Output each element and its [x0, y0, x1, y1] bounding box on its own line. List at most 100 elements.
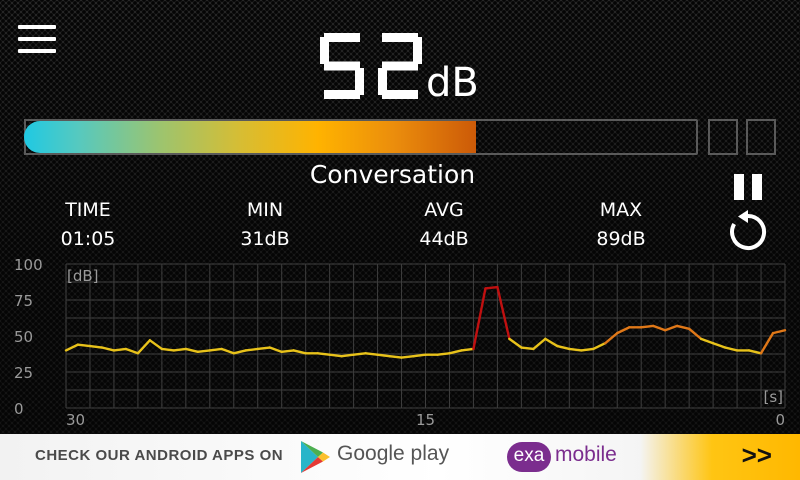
stat-avg: AVG 44dB: [384, 199, 504, 250]
series-segment: [328, 353, 343, 358]
series-segment: [532, 337, 547, 351]
y-tick-label: 50: [14, 328, 33, 346]
noise-category-label: Conversation: [309, 160, 476, 189]
series-segment: [220, 347, 235, 355]
pause-button[interactable]: [734, 174, 762, 200]
series-segment: [723, 346, 739, 352]
series-segment: [172, 347, 188, 352]
level-peak-box: [708, 119, 738, 155]
series-segment: [448, 349, 463, 355]
series-segment: [112, 347, 128, 352]
series-segment: [616, 326, 631, 335]
series-segment: [699, 337, 715, 345]
stat-label: MAX: [599, 199, 643, 221]
series-segment: [771, 329, 787, 335]
level-fill: [24, 121, 476, 153]
series-segment: [340, 353, 355, 358]
series-segment: [124, 347, 140, 355]
series-segment: [436, 352, 451, 356]
series-segment: [675, 324, 691, 331]
series-segment: [316, 352, 331, 356]
series-segment: [520, 346, 535, 351]
series-segment: [687, 327, 703, 341]
series-segment: [100, 346, 116, 352]
series-segment: [556, 344, 571, 351]
series-segment: [711, 341, 727, 349]
digit-segment: [320, 37, 329, 64]
y-tick-label: 25: [14, 364, 33, 382]
exa-logo: exa: [507, 442, 551, 472]
series-segment: [160, 347, 176, 352]
db-value-display: [320, 33, 422, 99]
decibel-history-chart: 100 75 50 25 0 30 15 0 [dB] [s]: [14, 256, 787, 429]
series-segment: [508, 337, 523, 349]
series-segment: [232, 349, 247, 355]
ad-arrow-button[interactable]: >>: [640, 434, 800, 480]
stat-label: AVG: [424, 199, 464, 221]
exa-mobile-text: mobile: [555, 443, 617, 466]
chart-grid: [65, 263, 786, 409]
series-segment: [376, 353, 391, 358]
pause-icon: [752, 174, 762, 200]
menu-line: [18, 49, 56, 53]
series-segment: [580, 347, 595, 352]
series-segment: [496, 285, 511, 341]
series-segment: [400, 354, 415, 359]
ad-text: CHECK OUR ANDROID APPS ON: [35, 447, 284, 464]
series-segment: [604, 331, 619, 345]
stat-value: 31dB: [240, 228, 290, 250]
series-segment: [88, 344, 104, 349]
stat-value: 89dB: [596, 228, 646, 250]
series-segment: [256, 346, 271, 351]
x-tick-label: 0: [775, 411, 785, 429]
series-segment: [472, 287, 487, 351]
series-segment: [568, 347, 583, 352]
series-segment: [460, 347, 475, 352]
series-segment: [364, 352, 379, 356]
pause-icon: [734, 174, 744, 200]
stat-label: MIN: [246, 199, 284, 221]
digit-segment: [413, 37, 422, 64]
series-segment: [484, 285, 499, 290]
digit-segment: [324, 61, 360, 71]
x-tick-label: 30: [66, 411, 85, 429]
series-segment: [651, 324, 667, 332]
restart-button[interactable]: [726, 210, 770, 254]
menu-line: [18, 25, 56, 29]
series-segment: [640, 324, 655, 329]
level-peak-box: [746, 119, 776, 155]
series-segment: [747, 349, 763, 355]
series-segment: [184, 347, 200, 354]
sound-level-bar: [24, 118, 776, 158]
menu-button[interactable]: [18, 25, 56, 53]
stat-label: TIME: [65, 199, 111, 221]
series-segment: [148, 339, 164, 351]
digit-segment: [382, 90, 418, 99]
series-segment: [196, 349, 212, 354]
series-segment: [663, 324, 679, 332]
digit-segment: [324, 33, 360, 42]
series-segment: [592, 341, 607, 351]
series-segment: [388, 354, 403, 359]
digit-segment: [382, 61, 418, 71]
y-tick-label: 0: [14, 400, 24, 418]
series-segment: [244, 347, 259, 352]
ad-banner[interactable]: CHECK OUR ANDROID APPS ON Google play ex…: [0, 434, 800, 480]
series-segment: [352, 352, 367, 356]
series-segment: [76, 343, 92, 348]
series-segment: [292, 349, 307, 355]
y-tick-label: 100: [14, 256, 43, 274]
menu-line: [18, 37, 56, 41]
y-unit-label: [dB]: [67, 267, 99, 285]
stat-time: TIME 01:05: [28, 199, 148, 250]
y-tick-label: 75: [14, 292, 33, 310]
digit-segment: [382, 33, 418, 42]
x-tick-label: 15: [416, 411, 435, 429]
stat-value: 44dB: [419, 228, 469, 250]
db-unit: dB: [426, 60, 479, 106]
x-unit-label: [s]: [763, 388, 783, 406]
series-segment: [412, 353, 427, 358]
series-segment: [268, 346, 283, 354]
series-segment: [136, 339, 152, 355]
google-play-icon: [301, 441, 330, 473]
